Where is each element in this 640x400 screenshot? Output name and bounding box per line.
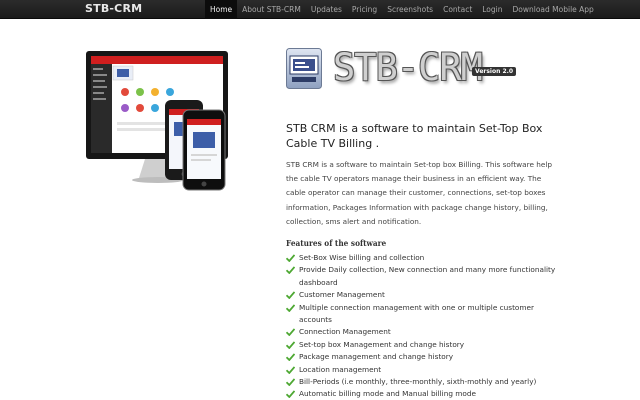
nav-item-updates[interactable]: Updates — [306, 0, 347, 19]
stb-crm-logo-icon — [286, 48, 322, 89]
check-icon — [286, 291, 295, 300]
top-navbar: STB-CRM Home About STB-CRM Updates Prici… — [0, 0, 640, 19]
check-icon — [286, 341, 295, 349]
feature-item: Multiple connection management with one … — [286, 302, 556, 327]
nav-item-download-app[interactable]: Download Mobile App — [508, 0, 599, 19]
brand-link[interactable]: STB-CRM — [85, 2, 142, 15]
nav-item-contact[interactable]: Contact — [438, 0, 477, 19]
feature-item: Connection Management — [286, 326, 556, 338]
feature-text: Connection Management — [299, 327, 391, 337]
logo-title: STB-CRM — [333, 46, 483, 89]
feature-text: Package management and change history — [299, 352, 454, 362]
check-icon — [286, 378, 295, 387]
check-icon — [286, 304, 295, 312]
nav-item-pricing[interactable]: Pricing — [347, 0, 382, 19]
check-icon — [286, 328, 295, 337]
check-icon — [286, 390, 295, 399]
nav-item-about[interactable]: About STB-CRM — [237, 0, 306, 19]
features-heading: Features of the software — [286, 238, 387, 248]
feature-text: Customer Management — [299, 290, 385, 300]
nav-item-home[interactable]: Home — [205, 0, 238, 19]
nav-item-login[interactable]: Login — [477, 0, 507, 19]
lead-text: STB CRM is a software to maintain Set-To… — [286, 122, 543, 150]
feature-item: Bill-Periods (i.e monthly, three-monthly… — [286, 376, 556, 388]
nav-menu: Home About STB-CRM Updates Pricing Scree… — [205, 0, 599, 19]
feature-item: Package management and change history — [286, 351, 556, 363]
version-badge: Version 2.0 — [472, 67, 517, 76]
check-icon — [286, 366, 295, 374]
check-icon — [286, 254, 295, 262]
product-devices-image — [86, 51, 228, 191]
feature-item: Set-top box Management and change histor… — [286, 339, 556, 351]
feature-text: Provide Daily collection, New connection… — [299, 265, 556, 287]
description-text: STB CRM is a software to maintain Set-to… — [286, 160, 553, 226]
feature-item: Customer Management — [286, 289, 556, 301]
feature-item: Location management — [286, 364, 556, 376]
feature-text: Set-top box Management and change histor… — [299, 339, 465, 349]
features-list: Set-Box Wise billing and collection Prov… — [286, 252, 556, 400]
check-icon — [286, 353, 295, 362]
feature-text: Bill-Periods (i.e monthly, three-monthly… — [299, 377, 537, 387]
check-icon — [286, 266, 295, 275]
feature-text: Location management — [299, 364, 382, 374]
feature-item: Automatic billing mode and Manual billin… — [286, 388, 556, 400]
feature-text: Set-Box Wise billing and collection — [299, 253, 425, 262]
feature-text: Multiple connection management with one … — [299, 302, 534, 325]
feature-item: Provide Daily collection, New connection… — [286, 264, 556, 289]
nav-item-screenshots[interactable]: Screenshots — [382, 0, 438, 19]
feature-item: Set-Box Wise billing and collection — [286, 252, 556, 264]
feature-text: Automatic billing mode and Manual billin… — [299, 389, 476, 399]
